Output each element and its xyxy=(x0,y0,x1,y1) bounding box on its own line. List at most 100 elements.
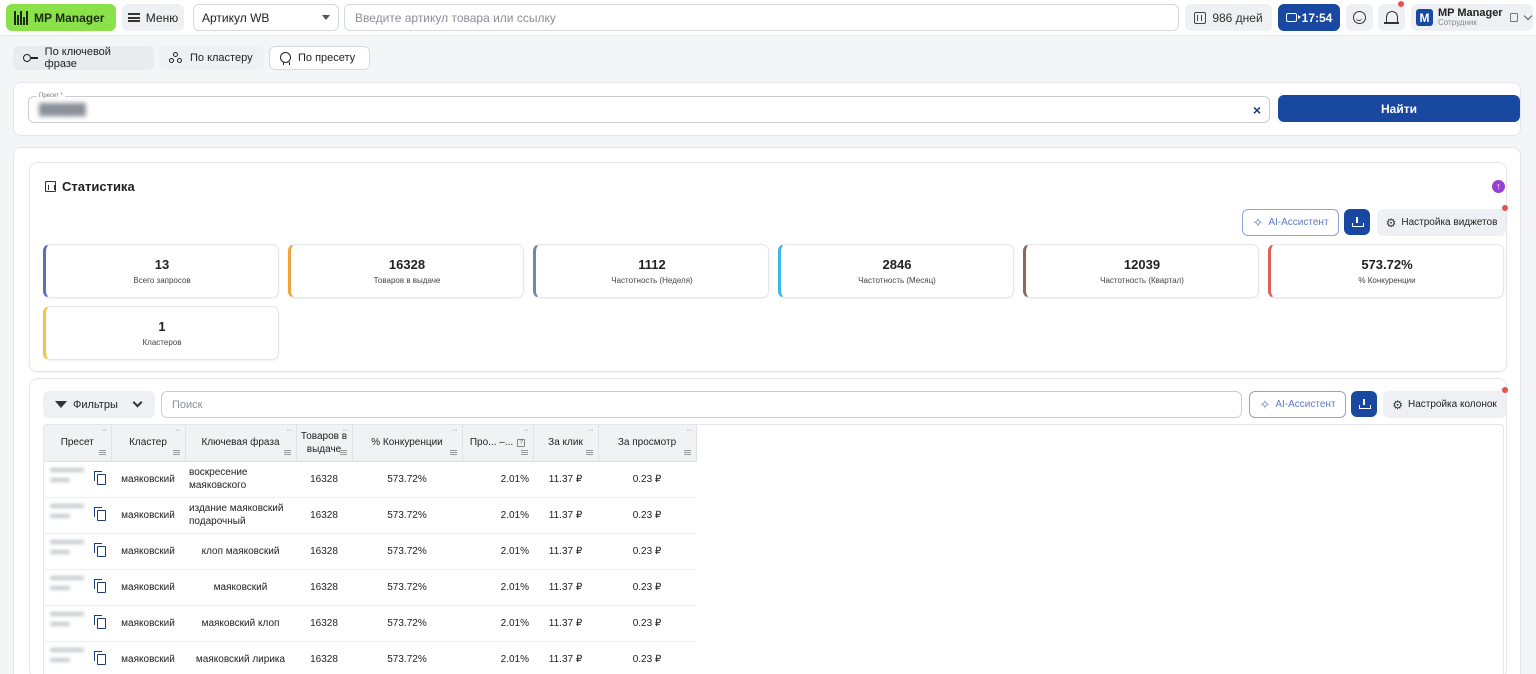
column-menu-icon xyxy=(172,449,180,455)
find-button[interactable]: Найти xyxy=(1278,95,1520,122)
table-row[interactable]: маяковский маяковский лирика 16328 573.72% 2… xyxy=(44,641,696,674)
column-header-per-click[interactable]: За клик ··· xyxy=(533,425,599,462)
keywords-table: Пресет ··· Кластер ··· Ключевая фраза ··· Т… xyxy=(43,424,1504,674)
stat-label: Частотность (Неделя) xyxy=(611,275,693,285)
stat-label: % Конкуренции xyxy=(1358,275,1416,285)
per-click-cell: 11.37 ₽ xyxy=(533,641,598,674)
tab-label: По пресету xyxy=(298,52,356,64)
calendar-icon xyxy=(1194,11,1207,24)
goods-cell: 16328 xyxy=(296,533,352,570)
preset-blurred-value xyxy=(50,647,84,672)
preset-cell xyxy=(44,641,111,674)
more-icon: ··· xyxy=(452,427,458,434)
column-settings-button[interactable]: ⚙ Настройка колонок xyxy=(1383,391,1506,418)
table-row[interactable]: маяковский воскресение маяковского 16328 57… xyxy=(44,461,696,498)
column-header-goods[interactable]: Товаров в выдаче ··· xyxy=(296,425,353,462)
widget-settings-button[interactable]: ⚙ Настройка виджетов xyxy=(1377,209,1506,236)
table-row[interactable]: маяковский маяковский клоп 16328 573.72% 2.0… xyxy=(44,605,696,642)
column-header-cluster[interactable]: Кластер ··· xyxy=(111,425,186,462)
tab-by-cluster[interactable]: По кластеру xyxy=(159,46,264,70)
stat-value: 16328 xyxy=(388,256,426,272)
copy-icon[interactable] xyxy=(94,470,106,485)
tab-by-keyword[interactable]: По ключевой фразе xyxy=(13,46,154,70)
more-icon: ··· xyxy=(588,427,594,434)
table-row[interactable]: маяковский маяковский 16328 573.72% 2.01% 11.… xyxy=(44,569,696,606)
per-view-cell: 0.23 ₽ xyxy=(598,461,696,498)
notification-dot xyxy=(1398,1,1404,7)
per-view-cell: 0.23 ₽ xyxy=(598,641,696,674)
sparkle-icon: ✧ xyxy=(1252,215,1264,230)
table-download-button[interactable] xyxy=(1351,391,1377,417)
pro-cell: 2.01% xyxy=(462,533,533,570)
copy-icon[interactable] xyxy=(94,614,106,629)
stat-label: Всего запросов xyxy=(133,275,191,285)
more-icon: ··· xyxy=(342,427,348,434)
article-search-input[interactable] xyxy=(344,4,1179,31)
column-header-preset[interactable]: Пресет ··· xyxy=(44,425,112,462)
per-click-cell: 11.37 ₽ xyxy=(533,497,598,534)
preset-cell xyxy=(44,569,111,606)
article-type-select[interactable]: Артикул WB xyxy=(193,4,339,31)
copy-icon[interactable] xyxy=(94,542,106,557)
preset-blurred-value xyxy=(50,467,84,492)
more-icon: ··· xyxy=(686,427,692,434)
column-header-per-view[interactable]: За просмотр ··· xyxy=(598,425,697,462)
more-icon: ··· xyxy=(175,427,181,434)
tab-by-preset[interactable]: По пресету xyxy=(269,46,370,70)
user-menu[interactable]: M MP Manager Сотрудник xyxy=(1411,4,1533,31)
pro-cell: 2.01% xyxy=(462,641,533,674)
hamburger-icon xyxy=(127,13,140,22)
stat-value: 13 xyxy=(154,256,170,272)
column-header-pro[interactable]: Про... –...? ··· xyxy=(462,425,534,462)
competition-cell: 573.72% xyxy=(352,569,462,606)
ai-assistant-button[interactable]: ✧ AI-Ассистент xyxy=(1242,209,1339,236)
table-row[interactable]: маяковский издание маяковский подарочный 1… xyxy=(44,497,696,534)
column-header-keyword[interactable]: Ключевая фраза ··· xyxy=(185,425,297,462)
arrow-up-icon[interactable]: ↑ xyxy=(1492,180,1505,193)
stat-total-queries: 13 Всего запросов xyxy=(43,244,279,298)
menu-button[interactable]: Меню xyxy=(122,4,184,31)
column-settings-label: Настройка колонок xyxy=(1407,399,1497,410)
filters-button[interactable]: Фильтры xyxy=(43,391,155,418)
column-header-competition[interactable]: % Конкуренции ··· xyxy=(352,425,463,462)
logo-button[interactable]: MP Manager xyxy=(6,4,116,31)
results-container: Статистика ↑ ✧ AI-Ассистент ⚙ Настройка … xyxy=(13,147,1521,674)
filter-icon xyxy=(55,401,67,408)
preset-value: ██████ xyxy=(39,104,86,116)
goods-cell: 16328 xyxy=(296,605,352,642)
copy-icon[interactable] xyxy=(94,650,106,665)
days-label: 986 дней xyxy=(1212,10,1263,25)
preset-cell xyxy=(44,461,111,498)
gear-icon: ⚙ xyxy=(1385,215,1397,230)
video-camera-icon xyxy=(1285,13,1301,22)
subscription-days-button[interactable]: 986 дней xyxy=(1185,4,1272,31)
copy-icon[interactable] xyxy=(94,578,106,593)
cluster-icon xyxy=(169,52,183,64)
stat-value: 2846 xyxy=(882,256,912,272)
feedback-button[interactable] xyxy=(1346,4,1373,31)
copy-icon[interactable] xyxy=(94,506,106,521)
keyword-cell: издание маяковский подарочный xyxy=(185,497,296,534)
stat-label: Товаров в выдаче xyxy=(373,275,441,285)
clear-icon[interactable]: × xyxy=(1253,102,1261,118)
copy-icon[interactable] xyxy=(1509,13,1518,22)
notifications-button[interactable] xyxy=(1378,1,1405,31)
preset-field[interactable]: Пресет * ██████ × xyxy=(28,92,1270,123)
barcode-icon xyxy=(14,10,28,25)
columns-notification-dot xyxy=(1502,387,1508,393)
chevron-down-icon xyxy=(132,397,143,408)
competition-cell: 573.72% xyxy=(352,605,462,642)
user-role: Сотрудник xyxy=(1438,17,1477,27)
table-ai-assistant-button[interactable]: ✧ AI-Ассистент xyxy=(1249,391,1346,418)
table-search-input[interactable] xyxy=(161,391,1242,418)
more-icon: ··· xyxy=(101,427,107,434)
video-time-button[interactable]: 17:54 xyxy=(1278,4,1340,31)
stat-value: 1 xyxy=(158,318,166,334)
competition-cell: 573.72% xyxy=(352,497,462,534)
table-row[interactable]: маяковский клоп маяковский 16328 573.72% 2.0… xyxy=(44,533,696,570)
chart-icon xyxy=(45,181,56,192)
avatar: M xyxy=(1416,9,1433,26)
cluster-cell: маяковский xyxy=(111,533,185,570)
download-button[interactable] xyxy=(1344,209,1370,235)
keywords-table-panel: Фильтры ✧ AI-Ассистент ⚙ Настройка колон… xyxy=(29,378,1508,674)
